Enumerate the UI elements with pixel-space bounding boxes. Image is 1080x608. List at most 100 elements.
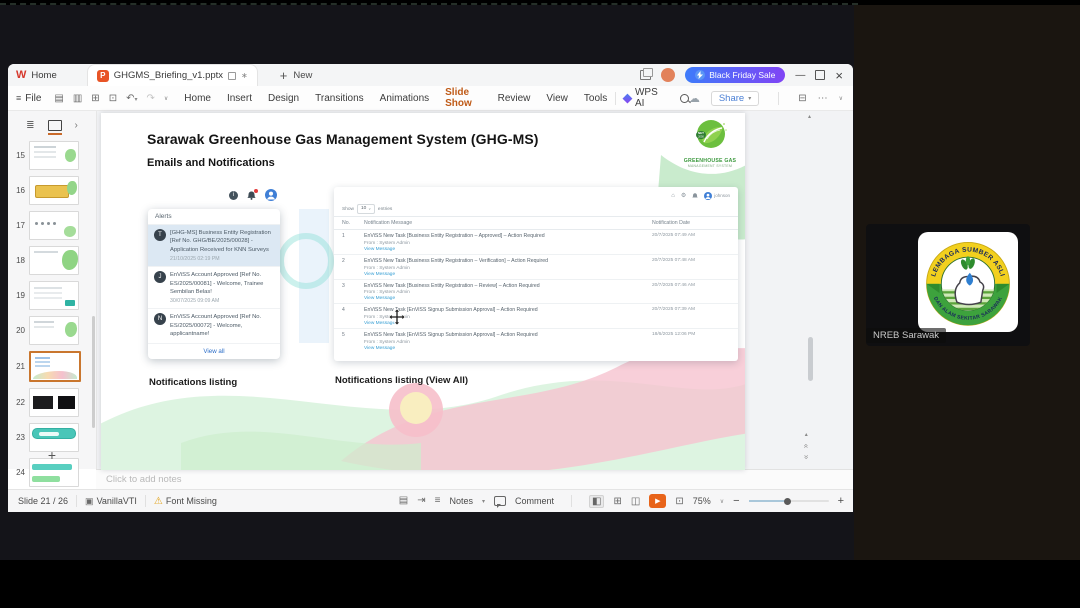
alert-avatar: T xyxy=(154,229,166,241)
slide-thumbnail-20[interactable]: 20 xyxy=(8,316,96,345)
sidebar-toggle-icon[interactable]: ⊟ xyxy=(798,93,806,104)
share-button[interactable]: Share ▾ xyxy=(710,90,760,106)
menu-animations[interactable]: Animations xyxy=(380,93,429,104)
document-tab[interactable]: P GHGMS_Briefing_v1.pptx ∗ xyxy=(86,63,258,87)
slide-subtitle[interactable]: Emails and Notifications xyxy=(147,157,275,169)
view-message-link[interactable]: View Message xyxy=(364,247,646,252)
black-friday-sale-button[interactable]: Black Friday Sale xyxy=(685,67,786,83)
slide-view-icon[interactable] xyxy=(47,119,62,135)
slide-thumbnail-22[interactable]: 22 xyxy=(8,388,96,417)
menu-tools[interactable]: Tools xyxy=(584,93,607,104)
account-avatar[interactable] xyxy=(661,68,676,82)
save-icon[interactable]: ▤ xyxy=(54,93,63,104)
row-no: 3 xyxy=(342,282,345,289)
notes-toggle-icon[interactable]: ≡ xyxy=(435,496,441,506)
minimize-button[interactable]: — xyxy=(795,70,805,81)
menu-slide-show[interactable]: Slide Show xyxy=(445,87,483,115)
slide-thumbnail-19[interactable]: 19 xyxy=(8,281,96,310)
language-label[interactable]: VanillaVTI xyxy=(97,496,137,506)
row-no: 1 xyxy=(342,233,345,239)
print-preview-icon[interactable]: ⊡ xyxy=(109,93,117,104)
menu-design[interactable]: Design xyxy=(268,93,299,104)
zoom-out-button[interactable]: − xyxy=(733,495,739,507)
menu-insert[interactable]: Insert xyxy=(227,93,252,104)
scroll-up-icon[interactable]: ▴ xyxy=(808,113,811,120)
alert-item[interactable]: J EnViSS Account Approved [Ref No. ES/20… xyxy=(148,267,280,310)
alert-text: EnViSS Account Approved [Ref No. ES/2025… xyxy=(170,314,262,338)
comment-label[interactable]: Comment xyxy=(515,496,554,506)
slide-thumbnail-16[interactable]: 16 xyxy=(8,176,96,205)
export-icon[interactable]: ▥ xyxy=(73,93,82,104)
zoom-caret-icon[interactable]: ∨ xyxy=(720,498,724,505)
zoom-value[interactable]: 75% xyxy=(693,496,711,506)
new-tab-label[interactable]: New xyxy=(293,70,312,81)
normal-view-button[interactable]: ◧ xyxy=(589,494,605,508)
zoom-slider-knob[interactable] xyxy=(783,497,791,505)
scroll-down-icon[interactable]: ▴ xyxy=(805,431,808,438)
home-tab[interactable]: Home xyxy=(31,70,56,81)
bell-icon xyxy=(692,192,698,198)
zoom-in-button[interactable]: + xyxy=(838,495,844,507)
comment-icon[interactable] xyxy=(494,496,506,508)
window-tab-bar: W Home P GHGMS_Briefing_v1.pptx ∗ + New … xyxy=(8,63,853,87)
caption-notifications-listing-view-all: Notifications listing (View All) xyxy=(335,375,469,386)
add-slide-button[interactable]: + xyxy=(8,447,96,463)
menu-home[interactable]: Home xyxy=(184,93,211,104)
table-controls: Show 10 ∨ entries xyxy=(334,202,738,216)
slide-thumbnail-18[interactable]: 18 xyxy=(8,246,96,275)
next-slide-button[interactable]: » xyxy=(802,455,811,459)
slideshow-play-button[interactable]: ▶ xyxy=(649,494,667,508)
view-message-link[interactable]: View Message xyxy=(364,346,646,351)
slide-thumbnail-21-selected[interactable]: 21 xyxy=(8,351,96,382)
close-button[interactable]: × xyxy=(835,68,843,83)
outline-view-icon[interactable]: ≣ xyxy=(26,120,34,131)
slide-thumbnail-15[interactable]: 15 xyxy=(8,141,96,170)
vertical-scrollbar[interactable] xyxy=(808,337,813,381)
collapse-panel-icon[interactable]: › xyxy=(75,120,78,131)
page-size-select[interactable]: 10 ∨ xyxy=(357,204,375,214)
alert-item[interactable]: T [GHG-MS] Business Entity Registration … xyxy=(148,225,280,268)
file-menu[interactable]: File xyxy=(25,93,41,104)
participant-video-tile[interactable]: LEMBAGA SUMBER ASLI DAN ALAM SEKITAR SAR… xyxy=(866,224,1030,346)
previous-slide-button[interactable]: » xyxy=(801,444,810,448)
maximize-button[interactable] xyxy=(815,70,826,80)
slide-note-icon[interactable]: ▤ xyxy=(399,496,408,506)
jump-to-icon[interactable]: ⇥ xyxy=(417,496,425,506)
notes-caret-icon[interactable]: ▾ xyxy=(482,498,485,505)
more-options-icon[interactable]: ⋯ xyxy=(818,93,828,104)
notes-area[interactable]: Click to add notes xyxy=(96,469,853,489)
undo-icon[interactable]: ↶▾ xyxy=(126,93,137,104)
new-tab-plus-icon[interactable]: + xyxy=(280,68,288,83)
search-icon[interactable] xyxy=(680,93,689,103)
fit-slide-icon[interactable]: ⊡ xyxy=(675,496,683,507)
slide-title[interactable]: Sarawak Greenhouse Gas Management System… xyxy=(147,131,539,147)
font-missing-label[interactable]: Font Missing xyxy=(166,496,217,506)
tab-list-icon[interactable] xyxy=(640,68,654,80)
print-icon[interactable]: ⊞ xyxy=(91,93,99,104)
redo-icon[interactable]: ↷ xyxy=(146,93,154,104)
document-tab-label: GHGMS_Briefing_v1.pptx xyxy=(113,70,224,81)
slide-sorter-view-button[interactable]: ⊞ xyxy=(613,496,621,507)
zoom-slider[interactable] xyxy=(748,497,829,505)
alert-item[interactable]: N EnViSS Account Approved [Ref No. ES/20… xyxy=(148,309,280,344)
quickbar-more-icon[interactable]: ∨ xyxy=(164,95,168,102)
menu-review[interactable]: Review xyxy=(498,93,531,104)
slide-thumbnail-17[interactable]: 17 xyxy=(8,211,96,240)
thumbnail-scrollbar[interactable] xyxy=(92,316,95,428)
wps-ai-menu[interactable]: WPS AI xyxy=(635,87,668,109)
alerts-view-all-link[interactable]: View all xyxy=(148,344,280,359)
tab-pin-icon[interactable] xyxy=(228,71,237,80)
view-message-link[interactable]: View Message xyxy=(364,272,646,277)
row-date: 20/7/2025 07:39 AM xyxy=(652,307,695,313)
status-bar: Slide 21 / 26 ▣ VanillaVTI ⚠ Font Missin… xyxy=(8,489,853,512)
collapse-ribbon-icon[interactable]: ∨ xyxy=(839,95,843,102)
wps-body: ≣ › 15 16 17 18 19 20 21 22 23 24 + Sara… xyxy=(8,111,853,487)
warning-icon: ⚠ xyxy=(153,495,163,507)
menu-view[interactable]: View xyxy=(546,93,568,104)
notes-toggle-label[interactable]: Notes xyxy=(449,496,473,506)
slide-canvas[interactable]: Sarawak Greenhouse Gas Management System… xyxy=(101,113,745,470)
view-message-link[interactable]: View Message xyxy=(364,296,646,301)
reading-view-button[interactable]: ◫ xyxy=(631,496,640,507)
view-message-link[interactable]: View Message xyxy=(364,321,646,326)
menu-transitions[interactable]: Transitions xyxy=(315,93,364,104)
